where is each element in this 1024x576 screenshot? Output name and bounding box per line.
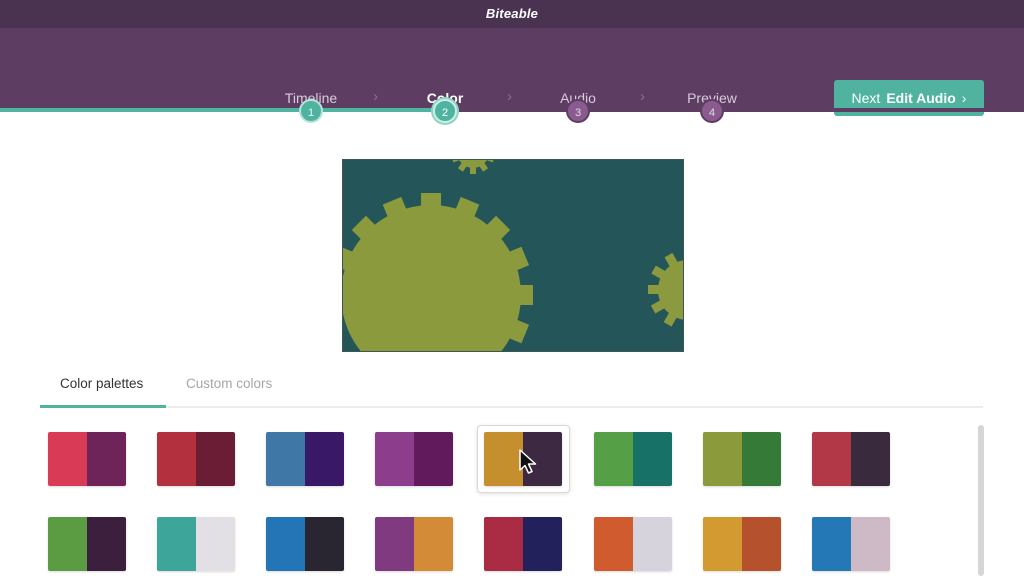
palette-swatch[interactable] xyxy=(703,517,781,571)
palette-swatch[interactable] xyxy=(375,517,453,571)
palette-color-secondary xyxy=(196,517,235,571)
palette-swatch[interactable] xyxy=(812,432,890,486)
scrollbar[interactable] xyxy=(978,425,984,576)
next-button-label: Edit Audio xyxy=(886,90,956,106)
palette-swatch[interactable] xyxy=(266,432,344,486)
palette-color-primary xyxy=(157,517,196,571)
palette-swatch[interactable] xyxy=(375,432,453,486)
step-number-2[interactable]: 2 xyxy=(433,99,457,123)
palette-color-primary xyxy=(703,517,742,571)
palette-color-secondary xyxy=(523,517,562,571)
palette-swatch[interactable] xyxy=(594,432,672,486)
palette-color-secondary xyxy=(851,517,890,571)
palette-color-primary xyxy=(375,517,414,571)
palette-swatch[interactable] xyxy=(48,432,126,486)
palette-color-primary xyxy=(812,517,851,571)
palette-swatch[interactable] xyxy=(594,517,672,571)
brand-logo: Biteable xyxy=(485,6,539,21)
gears-illustration xyxy=(343,160,683,351)
palette-color-secondary xyxy=(414,517,453,571)
palette-color-primary xyxy=(594,432,633,486)
palette-color-secondary xyxy=(305,432,344,486)
step-separator-icon: › xyxy=(373,88,378,105)
palette-color-secondary xyxy=(742,432,781,486)
palette-color-primary xyxy=(594,517,633,571)
palette-swatch[interactable] xyxy=(266,517,344,571)
palette-color-primary xyxy=(484,517,523,571)
palette-color-primary xyxy=(375,432,414,486)
palette-color-primary xyxy=(703,432,742,486)
next-button-prefix: Next xyxy=(851,90,881,106)
palette-color-primary xyxy=(48,517,87,571)
palette-color-secondary xyxy=(87,432,126,486)
step-number-4[interactable]: 4 xyxy=(700,99,724,123)
palette-swatch[interactable] xyxy=(157,517,235,571)
mouse-cursor-icon xyxy=(519,449,537,474)
palette-swatch[interactable] xyxy=(812,517,890,571)
chevron-right-icon: › xyxy=(961,90,967,106)
palette-color-primary xyxy=(266,517,305,571)
palette-swatch[interactable] xyxy=(48,517,126,571)
palette-color-primary xyxy=(812,432,851,486)
step-number-3[interactable]: 3 xyxy=(566,99,590,123)
palette-color-secondary xyxy=(633,432,672,486)
palette-color-secondary xyxy=(742,517,781,571)
palette-tabs: Color palettes Custom colors xyxy=(40,370,983,408)
palette-color-primary xyxy=(157,432,196,486)
step-separator-icon: › xyxy=(640,88,645,105)
palette-color-primary xyxy=(48,432,87,486)
tab-custom-colors[interactable]: Custom colors xyxy=(166,370,292,408)
palette-swatch[interactable] xyxy=(484,517,562,571)
video-preview xyxy=(342,159,684,352)
step-separator-icon: › xyxy=(507,88,512,105)
palette-color-secondary xyxy=(633,517,672,571)
palette-color-secondary xyxy=(414,432,453,486)
palette-swatch[interactable] xyxy=(703,432,781,486)
palette-color-primary xyxy=(266,432,305,486)
palette-color-secondary xyxy=(196,432,235,486)
progress-fill xyxy=(0,108,445,112)
palette-color-secondary xyxy=(851,432,890,486)
top-bar: Biteable xyxy=(0,0,1024,28)
step-number-1[interactable]: 1 xyxy=(299,99,323,123)
wizard-header: Timeline › Color › Audio › Preview Next … xyxy=(0,28,1024,116)
palette-color-secondary xyxy=(305,517,344,571)
tab-color-palettes[interactable]: Color palettes xyxy=(40,370,166,408)
palette-color-secondary xyxy=(87,517,126,571)
palette-swatch[interactable] xyxy=(157,432,235,486)
